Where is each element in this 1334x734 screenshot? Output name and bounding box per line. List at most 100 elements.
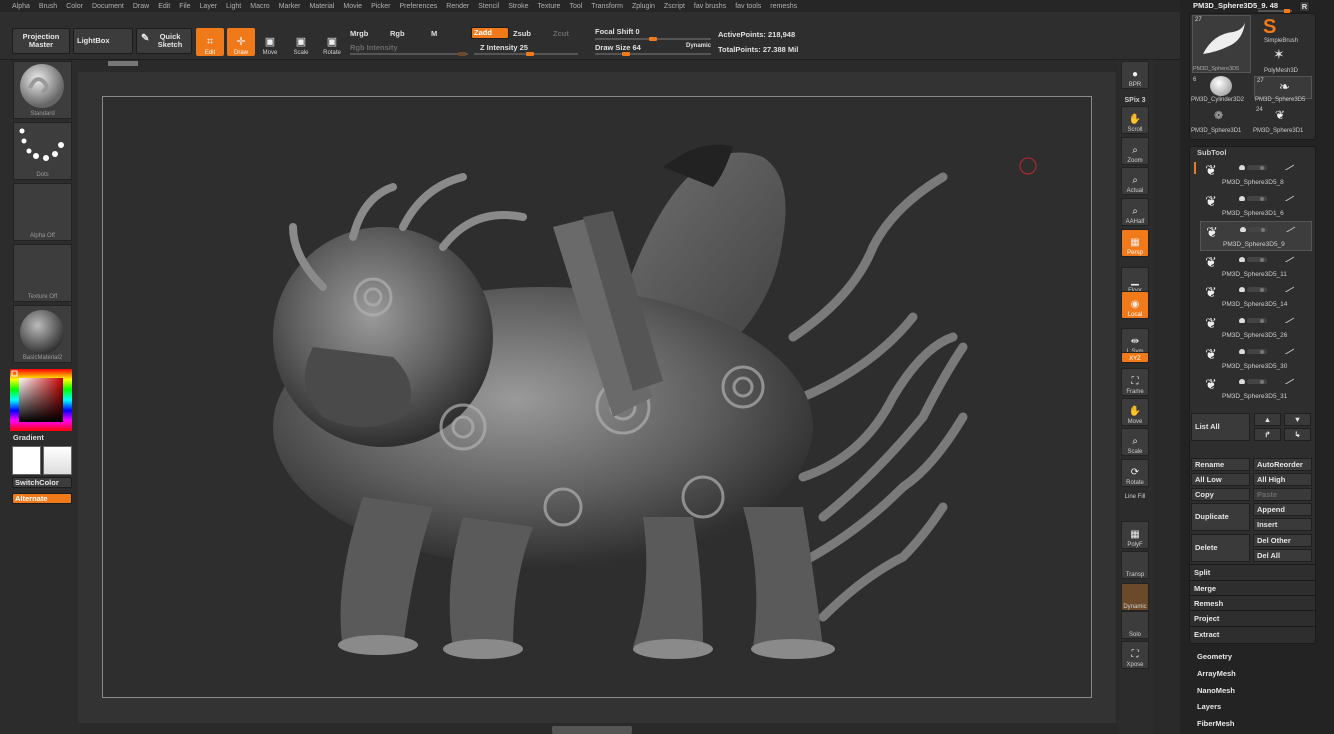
menu-material[interactable]: Material bbox=[309, 3, 334, 10]
focal-shift-track[interactable] bbox=[595, 37, 711, 41]
cylinder-label[interactable]: PM3D_Cylinder3D2 bbox=[1191, 97, 1244, 103]
z-intensity-track[interactable] bbox=[474, 52, 578, 56]
subtool-item[interactable]: ❦ PM3D_Sphere3D5_9 bbox=[1200, 221, 1312, 252]
extract-menu[interactable]: Extract bbox=[1194, 630, 1219, 639]
menu-macro[interactable]: Macro bbox=[250, 3, 269, 10]
scale-button[interactable]: ▣ Scale bbox=[287, 28, 315, 56]
subtool-item[interactable]: ❦ PM3D_Sphere3D5_8 bbox=[1200, 160, 1312, 190]
simple-brush-icon[interactable]: S bbox=[1263, 16, 1276, 39]
focal-shift-slider[interactable]: Focal Shift 0 bbox=[595, 27, 640, 36]
r-button[interactable]: R bbox=[1299, 1, 1310, 12]
split-menu[interactable]: Split bbox=[1194, 568, 1210, 577]
subtool-item[interactable]: ❦ PM3D_Sphere3D5_31 bbox=[1200, 374, 1312, 404]
menu-edit[interactable]: Edit bbox=[158, 3, 170, 10]
shelf-xpose-button[interactable]: ⛶ Xpose bbox=[1121, 641, 1149, 669]
subtool-toggles[interactable] bbox=[1238, 195, 1298, 201]
subtool-item[interactable]: ❦ PM3D_Sphere3D5_26 bbox=[1200, 313, 1312, 343]
move-top-button[interactable]: ↱ bbox=[1254, 428, 1281, 441]
move-button[interactable]: ▣ Move bbox=[256, 28, 284, 56]
tool-menu-nanomesh[interactable]: NanoMesh bbox=[1197, 686, 1235, 695]
sphere1a-label[interactable]: PM3D_Sphere3D1 bbox=[1191, 128, 1241, 134]
draw-button[interactable]: ✛ Draw bbox=[227, 28, 255, 56]
dynamic-toggle[interactable]: Dynamic bbox=[686, 43, 711, 49]
draw-size-track[interactable] bbox=[595, 52, 711, 56]
move-bottom-button[interactable]: ↳ bbox=[1284, 428, 1311, 441]
menu-texture[interactable]: Texture bbox=[537, 3, 560, 10]
del-other-button[interactable]: Del Other bbox=[1253, 534, 1312, 547]
menu-transform[interactable]: Transform bbox=[591, 3, 623, 10]
rgb-button[interactable]: Rgb bbox=[390, 29, 405, 38]
rotate-button[interactable]: ▣ Rotate bbox=[318, 28, 346, 56]
subtool-toggles[interactable] bbox=[1238, 348, 1298, 354]
shelf-line-fill-button[interactable]: Line Fill bbox=[1121, 490, 1149, 500]
shelf-aahalf-button[interactable]: ⌕ AAHalf bbox=[1121, 198, 1149, 226]
subtool-toggles[interactable] bbox=[1238, 286, 1298, 293]
zsub-button[interactable]: Zsub bbox=[513, 29, 531, 38]
stroke-selector[interactable]: Dots bbox=[13, 122, 72, 180]
insert-button[interactable]: Insert bbox=[1253, 518, 1312, 531]
shelf-dynamic-button[interactable]: Dynamic bbox=[1121, 583, 1149, 611]
polymesh-star-icon[interactable]: ✶ bbox=[1273, 46, 1285, 63]
m-button[interactable]: M bbox=[431, 29, 437, 38]
menu-draw[interactable]: Draw bbox=[133, 3, 149, 10]
subtool-item[interactable]: ❦ PM3D_Sphere3D1_6 bbox=[1200, 191, 1312, 221]
menu-tool[interactable]: Tool bbox=[569, 3, 582, 10]
shelf-bpr-button[interactable]: ● BPR bbox=[1121, 61, 1149, 89]
mrgb-button[interactable]: Mrgb bbox=[350, 29, 368, 38]
secondary-color-swatch[interactable] bbox=[43, 446, 72, 475]
bottom-tray-handle[interactable] bbox=[552, 726, 632, 734]
shelf-persp-button[interactable]: ▦ Persp bbox=[1121, 229, 1149, 257]
shelf-actual-button[interactable]: ⌕ Actual bbox=[1121, 167, 1149, 195]
menu-file[interactable]: File bbox=[179, 3, 190, 10]
shelf-move-button[interactable]: ✋ Move bbox=[1121, 398, 1149, 426]
subtool-toggles[interactable] bbox=[1238, 317, 1298, 323]
menu-preferences[interactable]: Preferences bbox=[400, 3, 438, 10]
remesh-menu[interactable]: Remesh bbox=[1194, 599, 1223, 608]
zadd-button[interactable]: Zadd bbox=[471, 27, 509, 39]
paste-button[interactable]: Paste bbox=[1253, 488, 1312, 501]
shelf-zoom-button[interactable]: ⌕ Zoom bbox=[1121, 137, 1149, 165]
all-high-button[interactable]: All High bbox=[1253, 473, 1312, 486]
subtool-toggles[interactable] bbox=[1238, 378, 1298, 385]
sphere1b-label[interactable]: PM3D_Sphere3D1 bbox=[1253, 128, 1303, 134]
main-color-swatch[interactable] bbox=[12, 446, 41, 475]
menu-brush[interactable]: Brush bbox=[39, 3, 57, 10]
move-down-button[interactable]: ▼ bbox=[1284, 413, 1311, 426]
shelf-scroll-button[interactable]: ✋ Scroll bbox=[1121, 106, 1149, 134]
shelf-solo-button[interactable]: Solo bbox=[1121, 611, 1149, 639]
delete-button[interactable]: Delete bbox=[1191, 534, 1250, 562]
shelf-spix-3-button[interactable]: SPix 3 bbox=[1121, 92, 1149, 104]
edit-button[interactable]: ⌗ Edit bbox=[196, 28, 224, 56]
menu-remeshs[interactable]: remeshs bbox=[770, 3, 797, 10]
rgb-intensity-track[interactable] bbox=[350, 52, 468, 56]
simple-brush-label[interactable]: SimpleBrush bbox=[1264, 38, 1298, 44]
texture-selector[interactable]: Texture Off bbox=[13, 244, 72, 302]
shelf-xyz-button[interactable]: XYZ bbox=[1121, 352, 1149, 363]
menu-marker[interactable]: Marker bbox=[279, 3, 301, 10]
subtool-item[interactable]: ❦ PM3D_Sphere3D5_30 bbox=[1200, 344, 1312, 374]
menu-fav-brushs[interactable]: fav brushs bbox=[694, 3, 726, 10]
shelf-rotate-button[interactable]: ⟳ Rotate bbox=[1121, 459, 1149, 487]
project-menu[interactable]: Project bbox=[1194, 614, 1219, 623]
tool-menu-geometry[interactable]: Geometry bbox=[1197, 652, 1232, 661]
subtool-toggles[interactable] bbox=[1238, 164, 1298, 170]
shelf-transp-button[interactable]: Transp bbox=[1121, 551, 1149, 579]
rename-button[interactable]: Rename bbox=[1191, 458, 1250, 471]
menu-color[interactable]: Color bbox=[66, 3, 83, 10]
duplicate-button[interactable]: Duplicate bbox=[1191, 503, 1250, 531]
menu-render[interactable]: Render bbox=[446, 3, 469, 10]
projection-master-button[interactable]: Projection Master bbox=[12, 28, 70, 54]
merge-menu[interactable]: Merge bbox=[1194, 584, 1216, 593]
list-all-button[interactable]: List All bbox=[1191, 413, 1250, 441]
current-tool-thumb[interactable]: 27 PM3D_Sphere3D5 bbox=[1192, 15, 1251, 73]
sphere-label[interactable]: PM3D_Sphere3D5 bbox=[1255, 97, 1305, 103]
sphere-tool-thumb[interactable]: 27 ❧ bbox=[1254, 76, 1312, 99]
zcut-button[interactable]: Zcut bbox=[553, 29, 569, 38]
menu-zscript[interactable]: Zscript bbox=[664, 3, 685, 10]
shelf-local-button[interactable]: ◉ Local bbox=[1121, 291, 1149, 319]
subtool-scroll-indicator[interactable] bbox=[1194, 162, 1196, 174]
sphere1b-icon[interactable]: ❦ bbox=[1275, 108, 1285, 122]
color-picker[interactable] bbox=[10, 369, 72, 431]
subtool-item[interactable]: ❦ PM3D_Sphere3D5_11 bbox=[1200, 252, 1312, 282]
subtool-toggles[interactable] bbox=[1239, 226, 1299, 233]
